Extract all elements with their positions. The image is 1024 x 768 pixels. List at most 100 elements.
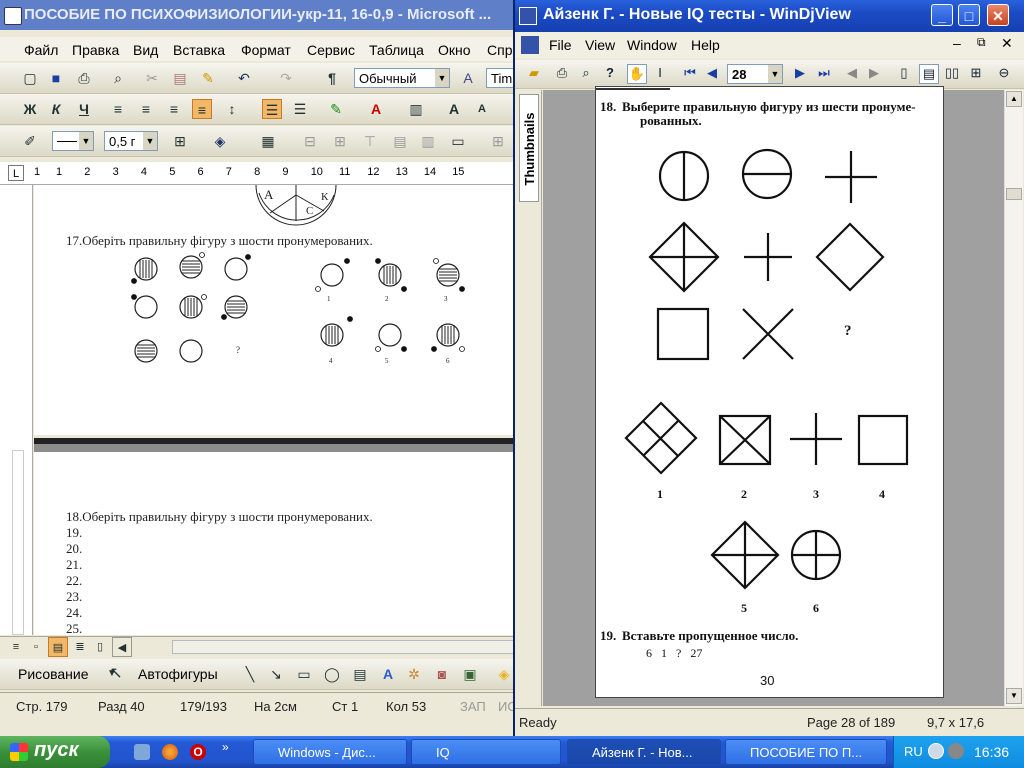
columns-icon[interactable]: ▥ xyxy=(406,99,426,119)
menu-tools[interactable]: Сервис xyxy=(307,42,355,58)
menu-edit[interactable]: Правка xyxy=(72,42,119,58)
tab-stop-selector[interactable]: L xyxy=(8,165,24,181)
scroll-down-icon[interactable]: ▼ xyxy=(1006,688,1022,704)
drawing-menu[interactable]: Рисование xyxy=(18,666,89,682)
redo-icon[interactable]: ↷ xyxy=(276,68,296,88)
maximize-button[interactable]: □ xyxy=(958,4,980,26)
menu-view[interactable]: View xyxy=(585,37,615,53)
wordart-icon[interactable]: A xyxy=(378,664,398,684)
tray-volume-icon[interactable] xyxy=(948,743,964,759)
cut-icon[interactable]: ✂ xyxy=(142,68,162,88)
back-icon[interactable]: ◀ xyxy=(843,64,861,82)
clipart-icon[interactable]: ◙ xyxy=(432,664,452,684)
print-icon[interactable]: ⎙ xyxy=(553,64,571,82)
facing-pages-icon[interactable]: ▯▯ xyxy=(943,64,961,82)
new-document-icon[interactable]: ▢ xyxy=(20,68,40,88)
font-color-icon[interactable]: A xyxy=(366,99,386,119)
word-titlebar[interactable]: ПОСОБИЕ ПО ПСИХОФИЗИОЛОГИИ-укр-11, 16-0,… xyxy=(0,0,520,30)
align-left-icon[interactable]: ≡ xyxy=(108,99,128,119)
align-right-icon[interactable]: ≡ xyxy=(164,99,184,119)
menu-window[interactable]: Окно xyxy=(438,42,471,58)
normal-view-icon[interactable]: ≡ xyxy=(6,637,26,657)
menu-window[interactable]: Window xyxy=(627,37,677,53)
oval-tool-icon[interactable]: ◯ xyxy=(322,664,342,684)
help-icon[interactable]: ? xyxy=(601,64,619,82)
highlight-icon[interactable]: ✎ xyxy=(326,99,346,119)
line-style-combo[interactable]: ▼ xyxy=(52,131,94,151)
align-cell-icon[interactable]: ⊤ xyxy=(360,131,380,151)
quicklaunch-firefox-icon[interactable] xyxy=(162,744,178,760)
first-page-icon[interactable]: ⏮ xyxy=(681,64,699,82)
previous-page-icon[interactable]: ◀ xyxy=(703,64,721,82)
fill-color-icon[interactable]: ◈ xyxy=(494,664,514,684)
horizontal-ruler[interactable]: L 1 1 2 3 4 5 6 7 8 9 10 11 12 13 14 15 xyxy=(0,162,520,185)
menu-file[interactable]: File xyxy=(549,37,572,53)
distribute-cols-icon[interactable]: ▥ xyxy=(418,131,438,151)
undo-icon[interactable]: ↶ xyxy=(234,68,254,88)
quicklaunch-desktop-icon[interactable] xyxy=(134,744,150,760)
vertical-ruler[interactable] xyxy=(0,185,33,635)
thumbnails-tab[interactable]: Thumbnails xyxy=(519,94,539,202)
vertical-scrollbar[interactable]: ▲ ▼ xyxy=(1004,90,1023,706)
print-icon[interactable]: ⎙ xyxy=(74,68,94,88)
autoformat-icon[interactable]: ▭ xyxy=(448,131,468,151)
task-windows[interactable]: Windows - Дис... xyxy=(253,739,407,765)
autoshapes-menu[interactable]: Автофигуры xyxy=(138,666,218,682)
task-word[interactable]: ПОСОБИЕ ПО П... xyxy=(725,739,887,765)
mdi-minimize-button[interactable]: – xyxy=(953,35,961,51)
style-combo[interactable]: Обычный ▼ xyxy=(354,68,450,88)
paste-icon[interactable]: ▤ xyxy=(170,68,190,88)
menu-view[interactable]: Вид xyxy=(133,42,158,58)
print-layout-icon[interactable]: ▤ xyxy=(48,637,68,657)
underline-icon[interactable]: Ч xyxy=(74,99,94,119)
mdi-close-button[interactable]: ✕ xyxy=(1001,35,1013,52)
reading-view-icon[interactable]: ▯ xyxy=(90,637,110,657)
draw-table-icon[interactable]: ✐ xyxy=(20,131,40,151)
page-number-combo[interactable]: 28 ▼ xyxy=(727,64,783,84)
horizontal-scrollbar-thumb[interactable] xyxy=(172,640,518,654)
hand-tool-icon[interactable]: ✋ xyxy=(627,64,647,84)
shrink-font-icon[interactable]: A xyxy=(472,99,492,119)
outline-view-icon[interactable]: ≣ xyxy=(70,637,90,657)
bold-icon[interactable]: Ж xyxy=(20,99,40,119)
scroll-left-icon[interactable]: ◀ xyxy=(112,637,132,657)
forward-icon[interactable]: ▶ xyxy=(865,64,883,82)
numbering-icon[interactable]: ☰ xyxy=(262,99,282,119)
menu-table[interactable]: Таблица xyxy=(369,42,424,58)
mdi-restore-button[interactable]: ⧉ xyxy=(977,35,986,50)
rectangle-tool-icon[interactable]: ▭ xyxy=(294,664,314,684)
document-icon[interactable] xyxy=(521,36,539,54)
find-icon[interactable]: ⌕ xyxy=(108,68,128,88)
bullets-icon[interactable]: ☰ xyxy=(290,99,310,119)
continuous-facing-icon[interactable]: ⊞ xyxy=(967,64,985,82)
distribute-rows-icon[interactable]: ▤ xyxy=(390,131,410,151)
menu-insert[interactable]: Вставка xyxy=(173,42,225,58)
djview-titlebar[interactable]: Айзенк Г. - Новые IQ тесты - WinDjView _… xyxy=(515,0,1024,32)
line-tool-icon[interactable]: ╲ xyxy=(240,664,260,684)
next-page-icon[interactable]: ▶ xyxy=(791,64,809,82)
task-iq-folder[interactable]: IQ xyxy=(411,739,561,765)
close-button[interactable]: ✕ xyxy=(987,4,1009,26)
menu-help[interactable]: Спр xyxy=(487,42,512,58)
diagram-icon[interactable]: ✲ xyxy=(404,664,424,684)
justify-icon[interactable]: ≡ xyxy=(192,99,212,119)
scroll-up-icon[interactable]: ▲ xyxy=(1006,91,1022,107)
zoom-out-icon[interactable]: ⊖ xyxy=(995,64,1013,82)
format-painter-icon[interactable]: ✎ xyxy=(198,68,218,88)
select-text-icon[interactable]: I xyxy=(651,64,669,82)
web-view-icon[interactable]: ▫ xyxy=(26,637,46,657)
quicklaunch-opera-icon[interactable]: O xyxy=(190,744,206,760)
menu-format[interactable]: Формат xyxy=(241,42,291,58)
styles-pane-icon[interactable]: A xyxy=(458,68,478,88)
split-cells-icon[interactable]: ⊞ xyxy=(330,131,350,151)
scroll-thumb[interactable] xyxy=(1006,188,1022,200)
find-icon[interactable]: ⌕ xyxy=(577,64,595,82)
menu-help[interactable]: Help xyxy=(691,37,720,53)
select-objects-icon[interactable]: ↖ xyxy=(106,664,126,684)
language-indicator[interactable]: RU xyxy=(904,744,923,759)
italic-icon[interactable]: К xyxy=(46,99,66,119)
borders-icon[interactable]: ⊞ xyxy=(170,131,190,151)
single-page-icon[interactable]: ▯ xyxy=(895,64,913,82)
arrow-tool-icon[interactable]: ↘ xyxy=(266,664,286,684)
shading-icon[interactable]: ◈ xyxy=(210,131,230,151)
